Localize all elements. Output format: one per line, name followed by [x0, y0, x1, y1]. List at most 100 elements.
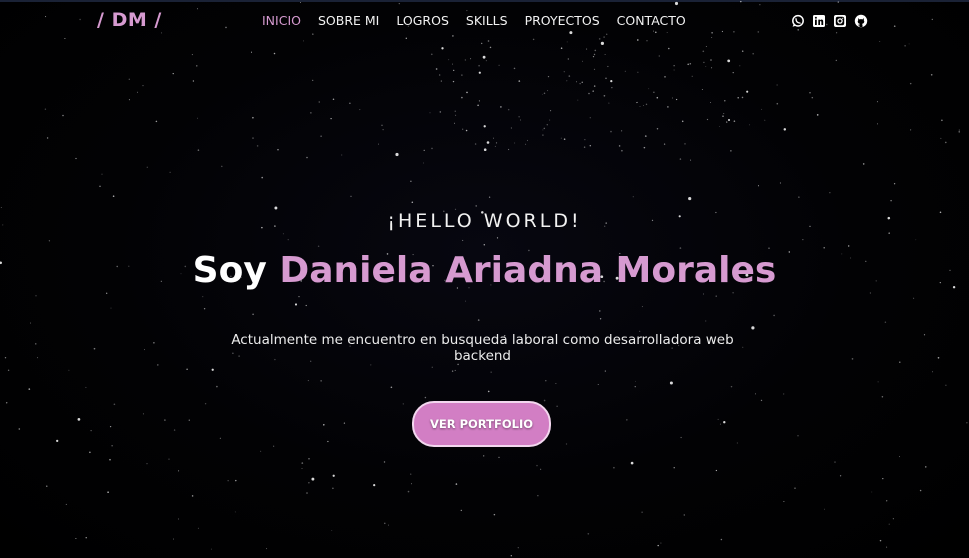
star: [940, 137, 942, 139]
star: [164, 419, 166, 421]
view-portfolio-button[interactable]: VER PORTFOLIO: [412, 401, 551, 447]
star: [510, 555, 512, 557]
star: [583, 146, 586, 148]
star: [600, 41, 604, 45]
star: [341, 154, 343, 156]
star: [298, 295, 300, 298]
star: [101, 173, 103, 175]
github-icon[interactable]: [854, 13, 868, 28]
star: [37, 357, 39, 359]
star: [331, 529, 333, 531]
star: [500, 106, 502, 108]
star: [603, 94, 606, 97]
star: [494, 145, 496, 147]
star: [227, 480, 229, 482]
star: [660, 542, 662, 544]
star: [68, 369, 70, 371]
star: [681, 120, 684, 123]
star: [235, 479, 237, 482]
star: [35, 295, 37, 297]
star: [748, 124, 750, 126]
star: [65, 503, 67, 505]
star: [621, 149, 623, 152]
star: [726, 121, 728, 123]
star: [172, 538, 174, 540]
star: [441, 47, 444, 50]
star: [705, 65, 707, 67]
star: [318, 101, 320, 103]
star: [388, 524, 390, 526]
nav-proyectos[interactable]: PROYECTOS: [525, 13, 600, 28]
star: [173, 429, 176, 431]
star: [128, 78, 130, 80]
star: [798, 196, 800, 198]
star: [547, 75, 550, 78]
star: [732, 72, 734, 74]
star: [598, 38, 601, 40]
star: [604, 54, 606, 55]
star: [882, 477, 884, 480]
star: [589, 117, 591, 119]
whatsapp-icon[interactable]: [791, 13, 805, 27]
nav-sobre-mi[interactable]: SOBRE MI: [318, 13, 379, 28]
star: [514, 142, 516, 144]
star: [197, 8, 198, 10]
star: [306, 156, 308, 159]
star: [381, 124, 383, 127]
star: [107, 491, 109, 494]
star: [454, 110, 456, 112]
star: [382, 129, 384, 131]
star: [234, 511, 236, 513]
star: [646, 40, 648, 42]
nav-inicio[interactable]: INICIO: [262, 13, 301, 28]
star: [687, 63, 689, 66]
star: [945, 384, 947, 386]
star: [741, 96, 744, 99]
star: [706, 118, 709, 121]
star: [656, 128, 659, 130]
star: [496, 237, 499, 239]
star: [783, 128, 787, 131]
instagram-icon[interactable]: [833, 13, 847, 27]
star: [879, 40, 881, 43]
star: [764, 119, 766, 121]
star: [110, 307, 112, 309]
star: [128, 99, 130, 101]
star: [390, 386, 393, 389]
star: [816, 114, 819, 116]
star: [75, 157, 77, 160]
logo[interactable]: / DM /: [97, 9, 162, 31]
star: [829, 192, 831, 194]
star: [306, 492, 308, 494]
star: [632, 196, 634, 198]
star: [757, 185, 760, 187]
star: [568, 75, 571, 77]
star: [332, 474, 335, 477]
star: [592, 90, 594, 92]
nav-logros[interactable]: LOGROS: [396, 13, 449, 28]
star: [312, 33, 314, 35]
star: [305, 304, 307, 307]
nav-skills[interactable]: SKILLS: [466, 13, 508, 28]
star: [592, 55, 595, 58]
star: [35, 343, 37, 345]
star: [109, 425, 112, 428]
star: [477, 104, 479, 107]
star: [730, 150, 732, 152]
star: [410, 180, 412, 182]
star: [377, 143, 379, 145]
linkedin-icon[interactable]: [812, 13, 826, 27]
star: [727, 59, 731, 63]
star: [645, 103, 648, 106]
star: [550, 110, 552, 112]
star: [349, 102, 351, 104]
star: [302, 40, 305, 42]
star: [904, 44, 906, 47]
star: [461, 74, 463, 76]
star: [688, 197, 692, 201]
star: [593, 53, 596, 56]
star: [252, 116, 254, 119]
star: [727, 118, 731, 122]
star: [923, 334, 926, 336]
nav-contacto[interactable]: CONTACTO: [617, 13, 686, 28]
